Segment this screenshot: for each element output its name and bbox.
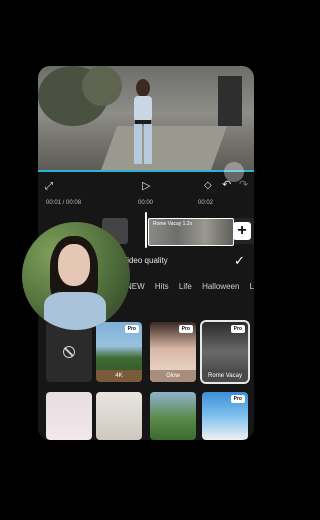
redo-icon[interactable]: ↷ <box>239 180 248 191</box>
filter-tabs: NEW Hits Life Halloween Li <box>126 282 254 291</box>
tab-hits[interactable]: Hits <box>155 282 169 291</box>
face <box>58 244 90 286</box>
current-time: 00:01 <box>46 200 62 206</box>
keyframe-icon[interactable]: ◇ <box>204 181 212 191</box>
time-readout: 00:01 / 00:08 <box>46 200 82 206</box>
video-clip[interactable]: Rome Vacay 1.2s <box>148 218 234 246</box>
filter-tile-glow[interactable]: Pro Glow <box>150 322 196 382</box>
filter-tile[interactable]: Pro <box>202 392 248 440</box>
sheet-title: Video quality <box>122 256 168 265</box>
pro-badge: Pro <box>124 325 139 333</box>
pro-badge: Pro <box>178 325 193 333</box>
filter-tile[interactable] <box>46 392 92 440</box>
pro-badge: Pro <box>230 325 245 333</box>
total-time: 00:08 <box>66 200 82 206</box>
shirt <box>44 292 106 330</box>
time-marker: 00:00 <box>138 200 154 206</box>
garden-path <box>98 126 228 170</box>
time-marker: 00:02 <box>198 200 214 206</box>
play-icon[interactable]: ▷ <box>142 181 150 192</box>
ban-icon <box>63 346 75 358</box>
clip-label: Rome Vacay 1.2s <box>153 221 193 227</box>
walking-woman <box>134 79 152 164</box>
tab-life[interactable]: Life <box>179 282 192 291</box>
progress-line <box>38 170 254 172</box>
check-icon[interactable]: ✓ <box>234 253 245 269</box>
undo-icon[interactable]: ↶ <box>222 180 231 191</box>
filter-name: Rome Vacay <box>202 370 248 382</box>
tab-li[interactable]: Li <box>250 282 254 291</box>
camera-bubble[interactable] <box>22 222 130 330</box>
filter-tile-rome-vacay[interactable]: Pro Rome Vacay <box>200 320 250 384</box>
tab-halloween[interactable]: Halloween <box>202 282 239 291</box>
filter-tile[interactable] <box>150 392 196 440</box>
video-preview[interactable] <box>38 66 254 170</box>
tree <box>82 66 122 106</box>
filter-tile[interactable] <box>96 392 142 440</box>
add-clip-button[interactable]: + <box>233 222 251 240</box>
no-filter-tile[interactable] <box>46 322 92 382</box>
filter-name: Glow <box>150 370 196 382</box>
filter-name: 4K <box>96 370 142 382</box>
playhead[interactable] <box>145 212 147 248</box>
fullscreen-icon[interactable]: ⤢ <box>45 182 53 192</box>
pro-badge: Pro <box>230 395 245 403</box>
door <box>218 76 242 126</box>
filter-tile-4k[interactable]: Pro 4K <box>96 322 142 382</box>
